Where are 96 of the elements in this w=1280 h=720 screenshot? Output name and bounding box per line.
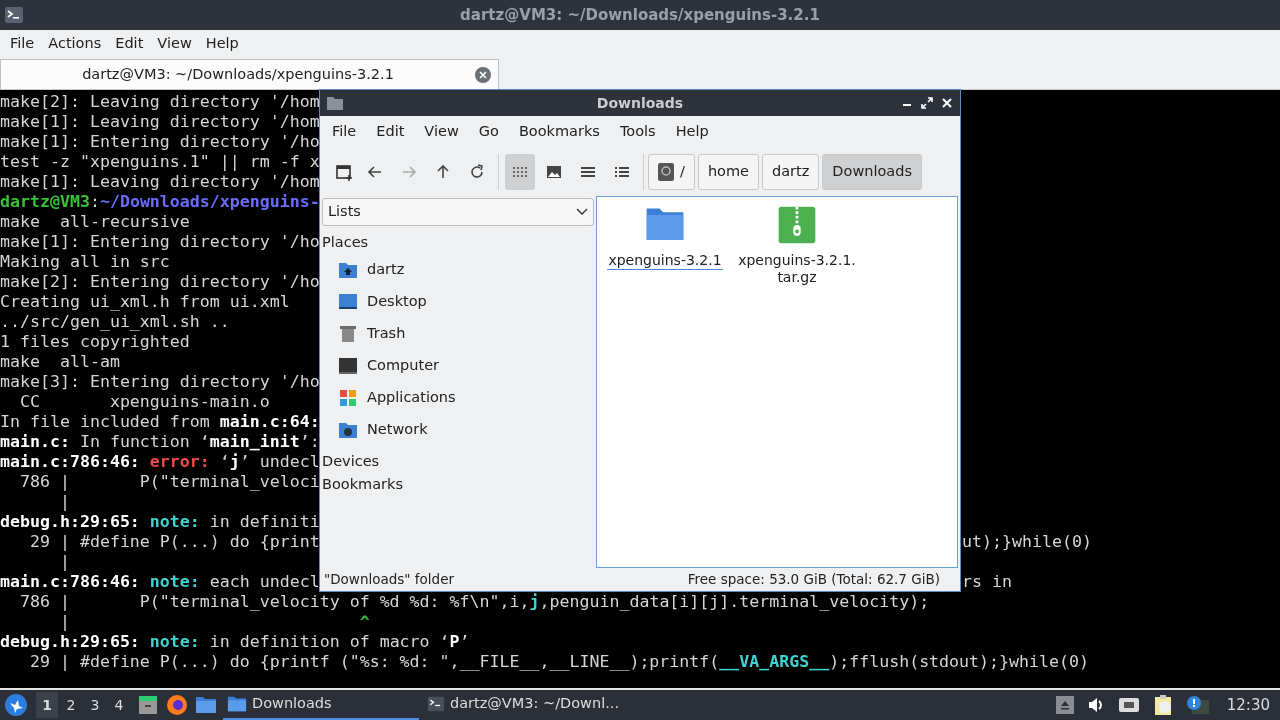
terminal-line: | <box>58 492 70 512</box>
menu-item[interactable]: Help <box>665 121 719 143</box>
free-space-text: Free space: 53.0 GiB (Total: 62.7 GiB) <box>687 570 940 590</box>
terminal-line: make[1]: Leaving directory '/hom <box>0 172 320 192</box>
new-tab-icon[interactable] <box>334 162 354 182</box>
status-text: "Downloads" folder <box>324 570 455 590</box>
taskbar-task[interactable]: Downloads <box>223 690 419 720</box>
folder-icon[interactable] <box>195 694 217 716</box>
file-cabinet-icon[interactable] <box>137 694 159 716</box>
clock-text: 12:30 <box>1226 694 1270 716</box>
path-button[interactable]: home <box>697 154 759 190</box>
terminal-line: main.c: In function ‘main_init’: <box>0 432 320 452</box>
terminal-line: main.c:786:46: note: each undecl <box>0 572 320 592</box>
folder-icon <box>326 95 344 111</box>
sidebar-item[interactable]: Applications <box>322 382 594 414</box>
maximize-icon[interactable] <box>920 96 934 110</box>
sidebar-item[interactable]: dartz <box>322 254 594 286</box>
window-title: dartz@VM3: ~/Downloads/xpenguins-3.2.1 <box>459 4 821 26</box>
menu-item[interactable]: Edit <box>366 121 415 143</box>
section-header: Places <box>322 233 370 253</box>
taskbar-task[interactable]: dartz@VM3: ~/Downl... <box>423 690 619 720</box>
terminal-line: test -z "xpenguins.1" || rm -f x <box>0 152 320 172</box>
terminal-line: debug.h:29:65: note: in definition of macro ‘P’ <box>0 632 470 652</box>
terminal-line: debug.h:29:65: note: in definiti <box>0 512 320 532</box>
terminal-line: make all-am <box>0 352 120 372</box>
browser-icon[interactable] <box>166 694 188 716</box>
computer-icon <box>338 356 358 376</box>
close-tab-icon[interactable] <box>475 66 491 83</box>
folder-icon <box>227 694 247 714</box>
sidebar-item[interactable]: Desktop <box>322 286 594 318</box>
desktop-icon <box>338 292 358 312</box>
clipboard-icon[interactable] <box>1152 694 1173 716</box>
terminal-line: 1 files copyrighted <box>0 332 190 352</box>
terminal-line: 29 | #define P(...) do {print <box>28 532 320 552</box>
terminal-app-icon <box>4 6 24 24</box>
menu-item[interactable]: Go <box>468 121 509 143</box>
side-pane-dropdown[interactable]: Lists <box>322 198 594 226</box>
notification-icon[interactable] <box>1185 695 1210 715</box>
applications-icon <box>338 388 358 408</box>
workspace-button[interactable]: 4 <box>108 692 130 718</box>
menu-item[interactable]: File <box>322 121 367 143</box>
section-header: Devices <box>322 451 381 471</box>
terminal-line: Making all in src <box>0 252 170 272</box>
home-folder-icon <box>338 260 358 280</box>
window-title: Downloads <box>595 93 685 113</box>
terminal-line: make[1]: Entering directory '/ho <box>0 132 320 152</box>
terminal-line: 786 | P("terminal_veloci <box>18 472 320 492</box>
menu-item[interactable]: Tools <box>609 121 666 143</box>
path-button[interactable]: / <box>648 154 695 190</box>
menu-item[interactable]: Edit <box>108 33 151 55</box>
terminal-line: ../src/gen_ui_xml.sh .. <box>0 312 230 332</box>
sidebar-item[interactable]: Trash <box>322 318 594 350</box>
menu-item[interactable]: Help <box>198 33 246 55</box>
menu-item[interactable]: View <box>150 33 199 55</box>
start-menu-icon[interactable] <box>5 694 27 716</box>
archive-entry[interactable]: xpenguins-3.2.1.tar.gz <box>737 203 857 287</box>
terminal-line: | ^ <box>58 612 370 632</box>
path-button[interactable]: dartz <box>762 154 820 190</box>
chevron-down-icon <box>576 208 588 216</box>
terminal-line: make[1]: Entering directory '/ho <box>0 232 320 252</box>
path-button[interactable]: Downloads <box>822 154 922 190</box>
terminal-line: In file included from main.c:64: <box>0 412 320 432</box>
terminal-line: make[2]: Leaving directory '/hom <box>0 92 320 112</box>
volume-icon[interactable] <box>1086 696 1105 714</box>
terminal-line: ut);}while(0) <box>962 532 1092 552</box>
folder-entry[interactable]: xpenguins-3.2.1 <box>605 203 725 270</box>
menu-item[interactable]: View <box>414 121 469 143</box>
terminal-line: CC xpenguins-main.o <box>18 392 270 412</box>
network-icon[interactable] <box>1117 696 1140 714</box>
sidebar-item[interactable]: Computer <box>322 350 594 382</box>
workspace-button[interactable]: 3 <box>84 692 106 718</box>
terminal-line: main.c:786:46: error: ‘j’ undecl <box>0 452 320 472</box>
terminal-icon <box>427 694 445 714</box>
terminal-line: 786 | P("terminal_velocity of %d %d: %f\n",i,j,penguin_data[i][j].terminal_velocity); <box>18 592 930 612</box>
close-icon[interactable] <box>940 96 954 110</box>
menu-item[interactable]: File <box>3 33 42 55</box>
sidebar-item[interactable]: Network <box>322 414 594 446</box>
terminal-line: rs in <box>962 572 1012 592</box>
menu-item[interactable]: Bookmarks <box>508 121 610 143</box>
workspace-button[interactable]: 2 <box>60 692 82 718</box>
menu-item[interactable]: Actions <box>41 33 109 55</box>
terminal-line: make[3]: Entering directory '/ho <box>0 372 320 392</box>
terminal-line: make[1]: Leaving directory '/hom <box>0 112 320 132</box>
terminal-line: make[2]: Entering directory '/ho <box>0 272 320 292</box>
eject-icon[interactable] <box>1055 696 1074 714</box>
workspace-button[interactable]: 1 <box>36 692 58 718</box>
terminal-line: Creating ui_xml.h from ui.xml <box>0 292 290 312</box>
trash-icon <box>338 324 358 344</box>
section-header: Bookmarks <box>322 474 404 494</box>
terminal-line: make all-recursive <box>0 212 190 232</box>
network-folder-icon <box>338 420 358 440</box>
terminal-line: | <box>58 552 70 572</box>
terminal-line: 29 | #define P(...) do {printf ("%s: %d: ",__FILE__,__LINE__);printf(__VA_ARGS__);fflush(stdout);}while(0) <box>28 652 1089 672</box>
terminal-tab[interactable]: dartz@VM3: ~/Downloads/xpenguins-3.2.1 <box>0 59 499 89</box>
terminal-line: dartz@VM3:~/Downloads/xpenguins- <box>0 192 320 212</box>
icon-view-button[interactable] <box>505 154 535 190</box>
